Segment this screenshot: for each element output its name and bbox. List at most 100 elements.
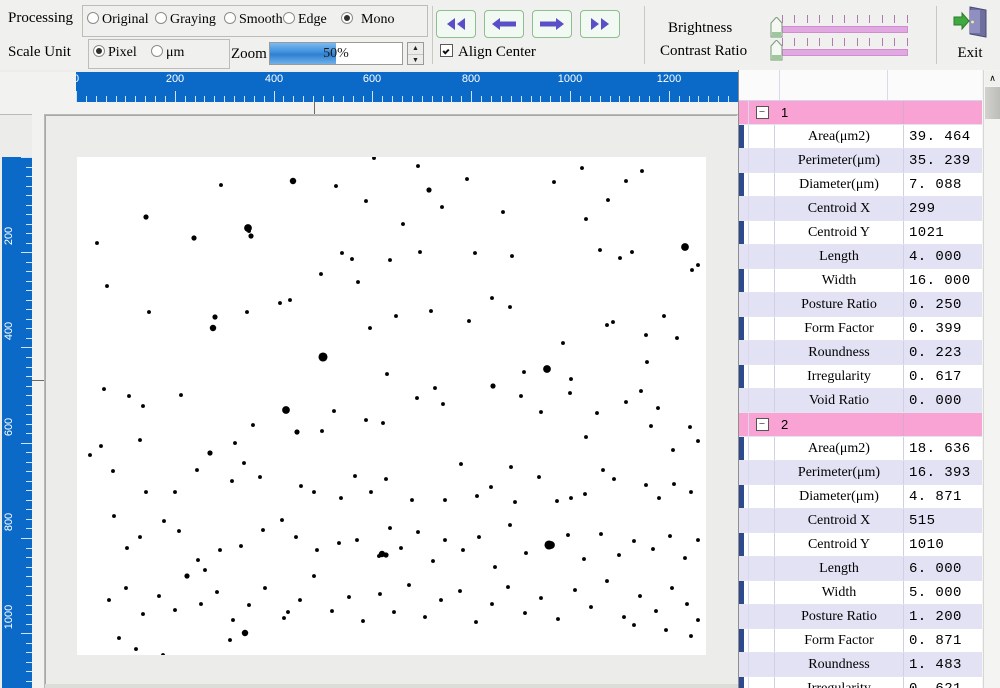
radio-label: μm: [166, 45, 185, 60]
particle-dot: [312, 574, 316, 578]
particle-dot: [219, 183, 223, 187]
collapse-icon[interactable]: −: [755, 106, 769, 119]
table-row[interactable]: Perimeter(μm) 35. 239: [739, 149, 982, 173]
exit-door-icon: [953, 6, 987, 38]
row-indent: [749, 317, 775, 340]
particle-dot: [490, 602, 494, 606]
table-group-row[interactable]: −2: [739, 413, 982, 437]
radio-graying[interactable]: Graying: [155, 12, 216, 28]
particle-dot: [364, 418, 368, 422]
brightness-thumb[interactable]: [770, 17, 783, 38]
zoom-stepper-down[interactable]: ▼: [408, 55, 423, 66]
table-row[interactable]: Irregularity 0. 617: [739, 365, 982, 389]
table-group-row[interactable]: −1: [739, 101, 982, 125]
contrast-thumb[interactable]: [770, 40, 783, 61]
contrast-slider[interactable]: [768, 38, 908, 62]
horizontal-scrollbar[interactable]: [45, 684, 738, 688]
particle-dot: [509, 465, 513, 469]
group-expander[interactable]: −: [749, 413, 775, 436]
row-gutter: [739, 461, 749, 484]
radio-edge[interactable]: Edge: [283, 12, 327, 28]
ruler-label: 800: [3, 512, 15, 532]
scrollbar-thumb[interactable]: [985, 87, 1000, 119]
grid-header-col-value[interactable]: [888, 70, 982, 100]
radio-smooth[interactable]: Smooth: [224, 12, 283, 28]
table-row[interactable]: Void Ratio 0. 000: [739, 389, 982, 413]
particle-dot: [88, 453, 92, 457]
row-gutter: [739, 245, 749, 268]
last-image-button[interactable]: [580, 10, 620, 38]
table-row[interactable]: Form Factor 0. 399: [739, 317, 982, 341]
particle-dot: [589, 605, 593, 609]
particle-dot: [418, 250, 422, 254]
property-value-cell: 1. 483: [909, 656, 962, 673]
panel-vertical-scrollbar[interactable]: ∧: [983, 70, 1000, 688]
grid-header-col-property[interactable]: [780, 70, 888, 100]
table-row[interactable]: Irregularity0. 621: [739, 677, 982, 688]
row-indent: [749, 269, 775, 292]
particle-dot: [543, 365, 551, 373]
table-row[interactable]: Diameter(μm) 7. 088: [739, 173, 982, 197]
table-row[interactable]: Perimeter(μm) 16. 393: [739, 461, 982, 485]
particle-dot: [618, 256, 622, 260]
ruler-label: 1200: [656, 73, 682, 85]
particle-dot: [611, 320, 615, 324]
table-row[interactable]: Length 6. 000: [739, 557, 982, 581]
particle-dot: [539, 410, 543, 414]
particle-dot: [138, 438, 142, 442]
zoom-stepper-up[interactable]: ▲: [408, 43, 423, 55]
particle-dot: [573, 588, 577, 592]
table-row[interactable]: Posture Ratio 0. 250: [739, 293, 982, 317]
table-row[interactable]: Roundness 0. 223: [739, 341, 982, 365]
canvas-area[interactable]: [45, 115, 737, 688]
particle-dot: [681, 243, 689, 251]
particle-dot: [513, 500, 517, 504]
radio-dot-icon: [283, 12, 295, 24]
particle-dot: [251, 423, 255, 427]
exit-button[interactable]: Exit: [944, 4, 996, 66]
brightness-slider[interactable]: [768, 15, 908, 39]
zoom-slider[interactable]: 50%: [269, 42, 403, 65]
row-gutter: [739, 101, 749, 124]
contrast-track: [782, 49, 908, 56]
radio-pixel[interactable]: Pixel: [93, 45, 137, 61]
measurement-grid[interactable]: −1 Area(μm2) 39. 464 Perimeter(μm) 35. 239 Di…: [738, 70, 982, 688]
row-gutter: [739, 653, 749, 676]
row-gutter: [739, 293, 749, 316]
table-row[interactable]: Centroid X 515: [739, 509, 982, 533]
table-row[interactable]: Roundness 1. 483: [739, 653, 982, 677]
zoom-stepper[interactable]: ▲ ▼: [407, 42, 424, 65]
table-row[interactable]: Diameter(μm) 4. 871: [739, 485, 982, 509]
first-image-button[interactable]: [436, 10, 476, 38]
radio-mono[interactable]: Mono: [341, 12, 394, 28]
group-expander[interactable]: −: [749, 101, 775, 124]
binarized-particle-image[interactable]: [77, 157, 706, 655]
radio-micrometre[interactable]: μm: [151, 45, 184, 61]
property-name-cell: Irregularity: [775, 365, 904, 388]
table-row[interactable]: Width 16. 000: [739, 269, 982, 293]
grid-header-col-tree[interactable]: [744, 70, 780, 100]
align-center-checkbox[interactable]: Align Center: [440, 44, 536, 61]
particle-dot: [675, 336, 679, 340]
table-row[interactable]: Length 4. 000: [739, 245, 982, 269]
previous-image-button[interactable]: [484, 10, 524, 38]
table-row[interactable]: Area(μm2) 39. 464: [739, 125, 982, 149]
table-row[interactable]: Width 5. 000: [739, 581, 982, 605]
horizontal-guide-marker: [314, 102, 315, 114]
table-row[interactable]: Posture Ratio 1. 200: [739, 605, 982, 629]
next-image-button[interactable]: [532, 10, 572, 38]
scroll-up-arrow-icon[interactable]: ∧: [985, 71, 1000, 86]
table-row[interactable]: Centroid X 299: [739, 197, 982, 221]
table-row[interactable]: Area(μm2) 18. 636: [739, 437, 982, 461]
particle-dot: [280, 518, 284, 522]
table-row[interactable]: Centroid Y 1010: [739, 533, 982, 557]
row-indent: [749, 173, 775, 196]
property-name-cell: Form Factor: [775, 317, 904, 340]
table-row[interactable]: Centroid Y 1021: [739, 221, 982, 245]
particle-dot: [465, 177, 469, 181]
particle-dot: [490, 296, 494, 300]
radio-original[interactable]: Original: [87, 12, 149, 28]
table-row[interactable]: Form Factor 0. 871: [739, 629, 982, 653]
property-name-cell: Centroid Y: [775, 221, 904, 244]
collapse-icon[interactable]: −: [755, 418, 769, 431]
